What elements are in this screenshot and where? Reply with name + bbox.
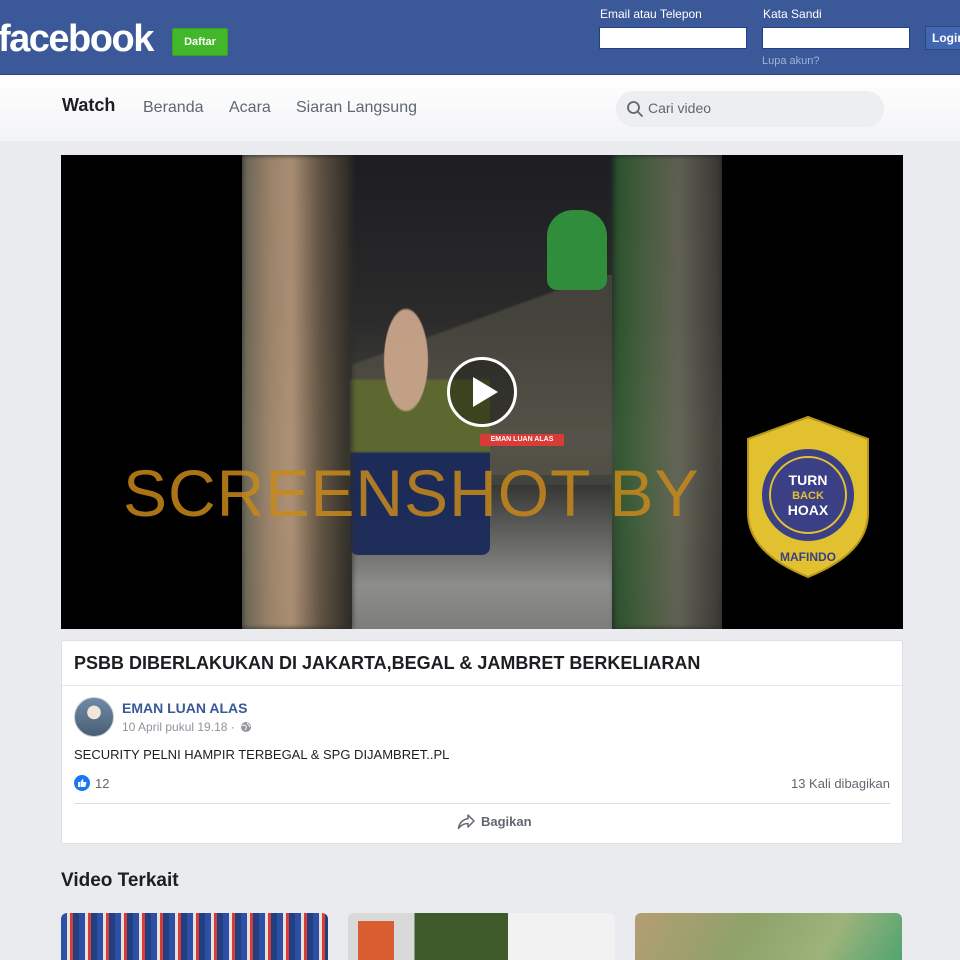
screenshot-watermark: SCREENSHOT BY [123, 456, 700, 530]
related-videos-heading: Video Terkait [61, 870, 179, 891]
blurred-edge-left [242, 155, 352, 629]
email-label: Email atau Telepon [600, 7, 702, 21]
post-text: SECURITY PELNI HAMPIR TERBEGAL & SPG DIJ… [74, 747, 450, 762]
search-icon [627, 101, 643, 117]
forgot-account-link[interactable]: Lupa akun? [762, 55, 820, 67]
video-player[interactable]: EMAN LUAN ALAS SCREENSHOT BY TURN BACK H… [61, 155, 903, 629]
share-label: Bagikan [481, 814, 532, 829]
thumbs-up-icon [78, 779, 87, 787]
tab-watch[interactable]: Watch [62, 95, 115, 116]
tab-acara[interactable]: Acara [229, 99, 271, 117]
login-button[interactable]: Login [925, 26, 960, 50]
password-field[interactable] [762, 27, 910, 49]
mafindo-badge: TURN BACK HOAX MAFINDO [747, 415, 869, 579]
like-reaction-icon[interactable] [74, 775, 90, 791]
divider [62, 685, 902, 686]
share-count[interactable]: 13 Kali dibagikan [791, 776, 890, 791]
badge-hoax: HOAX [788, 502, 829, 518]
password-label: Kata Sandi [763, 7, 822, 21]
share-button[interactable]: Bagikan [457, 814, 532, 834]
video-search[interactable]: Cari video [616, 91, 884, 127]
email-field[interactable] [599, 27, 747, 49]
blurred-edge-right [614, 155, 722, 629]
scene-bystander [547, 210, 607, 290]
play-button[interactable] [447, 357, 517, 427]
post-card: PSBB DIBERLAKUKAN DI JAKARTA,BEGAL & JAM… [61, 640, 903, 844]
badge-mafindo: MAFINDO [780, 550, 836, 564]
post-timestamp[interactable]: 10 April pukul 19.18 · [122, 720, 235, 734]
watch-navbar: Watch Beranda Acara Siaran Langsung Cari… [0, 75, 960, 141]
avatar[interactable] [74, 697, 114, 737]
tab-beranda[interactable]: Beranda [143, 99, 204, 117]
facebook-logo[interactable]: facebook [0, 18, 154, 61]
tab-siaran-langsung[interactable]: Siaran Langsung [296, 99, 417, 117]
post-meta: 10 April pukul 19.18 · [122, 720, 252, 734]
author-name[interactable]: EMAN LUAN ALAS [122, 700, 247, 716]
share-icon [457, 814, 475, 830]
globe-icon [241, 722, 252, 732]
top-bar: facebook Daftar Email atau Telepon Kata … [0, 0, 960, 75]
search-input[interactable]: Cari video [648, 100, 711, 116]
related-video-thumbnail[interactable] [348, 913, 615, 960]
signup-button[interactable]: Daftar [172, 28, 228, 56]
like-count[interactable]: 12 [95, 776, 109, 791]
divider [74, 803, 890, 804]
badge-turn: TURN [789, 472, 828, 488]
play-icon [473, 377, 498, 407]
badge-back: BACK [792, 490, 824, 502]
video-title: PSBB DIBERLAKUKAN DI JAKARTA,BEGAL & JAM… [74, 653, 701, 673]
video-overlay-tag: EMAN LUAN ALAS [480, 434, 564, 446]
related-video-thumbnail[interactable] [61, 913, 328, 960]
related-video-thumbnail[interactable] [635, 913, 902, 960]
